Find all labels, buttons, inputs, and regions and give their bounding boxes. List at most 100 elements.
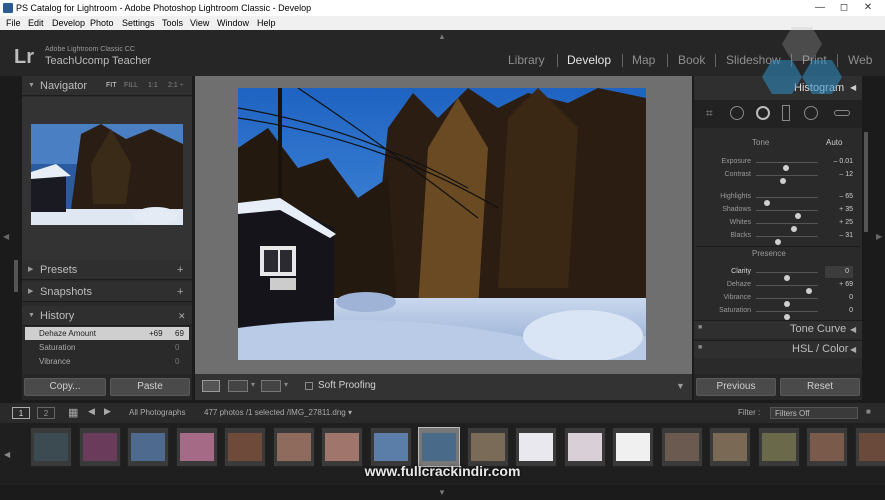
filmstrip-thumbnail[interactable] bbox=[757, 427, 800, 467]
module-book[interactable]: Book bbox=[678, 53, 705, 67]
slider-value[interactable]: 0 bbox=[849, 305, 853, 317]
presets-header[interactable]: ▶ Presets + bbox=[22, 260, 192, 280]
slider-track[interactable] bbox=[756, 223, 818, 232]
minimize-button[interactable]: — bbox=[808, 0, 832, 16]
menu-help[interactable]: Help bbox=[257, 16, 276, 30]
filmstrip-thumbnail[interactable] bbox=[418, 427, 460, 467]
add-preset-button[interactable]: + bbox=[177, 260, 183, 280]
zoom-fill[interactable]: FILL bbox=[124, 76, 138, 96]
zoom-fit[interactable]: FIT bbox=[106, 76, 117, 96]
slider-track[interactable] bbox=[756, 197, 818, 206]
filmstrip-thumbnail[interactable] bbox=[660, 427, 703, 467]
module-library[interactable]: Library bbox=[508, 53, 545, 67]
filmstrip-thumbnail[interactable] bbox=[321, 427, 363, 467]
slider-track[interactable] bbox=[756, 175, 818, 184]
menu-develop[interactable]: Develop bbox=[52, 16, 85, 30]
clear-history-button[interactable]: ✕ bbox=[178, 306, 186, 326]
menu-settings[interactable]: Settings bbox=[122, 16, 155, 30]
slider-thumb[interactable] bbox=[784, 314, 790, 320]
copy-button[interactable]: Copy... bbox=[24, 378, 106, 396]
menu-window[interactable]: Window bbox=[217, 16, 249, 30]
slider-contrast[interactable]: Contrast – 12 bbox=[700, 169, 855, 184]
menu-edit[interactable]: Edit bbox=[28, 16, 44, 30]
slider-value[interactable]: – 65 bbox=[839, 191, 853, 203]
module-map[interactable]: Map bbox=[632, 53, 655, 67]
expand-panel-icon[interactable]: ◀ bbox=[850, 325, 856, 334]
slider-exposure[interactable]: Exposure – 0.01 bbox=[700, 156, 855, 171]
filmstrip-thumbnail[interactable] bbox=[127, 427, 169, 467]
add-snapshot-button[interactable]: + bbox=[177, 282, 183, 302]
before-after-view-icon[interactable] bbox=[228, 380, 248, 392]
filmstrip-left-icon[interactable]: ◀ bbox=[4, 450, 10, 459]
filmstrip-thumbnail[interactable] bbox=[709, 427, 751, 467]
slider-value[interactable]: – 31 bbox=[839, 230, 853, 242]
right-panel-toggle-icon[interactable]: ▶ bbox=[876, 232, 882, 241]
hsl-header[interactable]: ■ HSL / Color ◀ bbox=[694, 340, 862, 358]
toolbar-options-icon[interactable]: ▼ bbox=[676, 381, 685, 391]
main-photo[interactable] bbox=[238, 88, 646, 360]
slider-shadows[interactable]: Shadows + 35 bbox=[700, 204, 855, 219]
slider-value[interactable]: – 12 bbox=[839, 169, 853, 181]
slider-track[interactable] bbox=[756, 162, 818, 171]
filmstrip-thumbnail[interactable] bbox=[612, 427, 654, 467]
history-item[interactable]: Dehaze Amount +69 69 bbox=[25, 327, 189, 340]
swap-before-after-icon[interactable] bbox=[261, 380, 281, 392]
slider-value[interactable]: + 35 bbox=[839, 204, 853, 216]
zoom-1-1[interactable]: 1:1 bbox=[148, 76, 158, 96]
history-header[interactable]: ▼ History ✕ bbox=[22, 306, 192, 326]
slider-highlights[interactable]: Highlights – 65 bbox=[700, 191, 855, 206]
tone-curve-header[interactable]: ■ Tone Curve ◀ bbox=[694, 320, 862, 338]
soft-proofing-checkbox[interactable] bbox=[305, 382, 313, 390]
slider-value[interactable]: 0 bbox=[825, 266, 853, 278]
filter-dropdown[interactable]: Filters Off bbox=[770, 407, 858, 419]
panel-switch-icon[interactable]: ■ bbox=[698, 324, 702, 331]
previous-button[interactable]: Previous bbox=[696, 378, 776, 396]
maximize-button[interactable]: ◻ bbox=[832, 0, 856, 16]
grid-view-icon[interactable]: ▦ bbox=[68, 406, 78, 419]
navigator-header[interactable]: ▼ Navigator FIT FILL 1:1 2:1 ÷ bbox=[22, 76, 192, 96]
reset-button[interactable]: Reset bbox=[780, 378, 860, 396]
filmstrip-thumbnail[interactable] bbox=[854, 427, 885, 467]
filmstrip-thumbnail[interactable] bbox=[224, 427, 266, 467]
filmstrip-source[interactable]: All Photographs bbox=[129, 408, 185, 417]
module-develop[interactable]: Develop bbox=[567, 53, 611, 67]
paste-button[interactable]: Paste bbox=[110, 378, 190, 396]
filmstrip-thumbnail[interactable] bbox=[272, 427, 315, 467]
slider-saturation[interactable]: Saturation 0 bbox=[700, 305, 855, 320]
slider-track[interactable] bbox=[756, 272, 818, 281]
slider-value[interactable]: + 25 bbox=[839, 217, 853, 229]
left-scrollbar[interactable] bbox=[14, 260, 18, 292]
zoom-2-1[interactable]: 2:1 ÷ bbox=[168, 76, 184, 96]
filmstrip-thumbnail[interactable] bbox=[806, 427, 848, 467]
filmstrip-thumbnail[interactable] bbox=[78, 427, 121, 467]
left-panel-toggle-icon[interactable]: ◀ bbox=[3, 232, 9, 241]
filter-lock-icon[interactable]: ■ bbox=[866, 407, 871, 416]
history-item[interactable]: Saturation 0 bbox=[25, 341, 189, 354]
slider-blacks[interactable]: Blacks – 31 bbox=[700, 230, 855, 245]
filmstrip-thumbnail[interactable] bbox=[466, 427, 509, 467]
panel-switch-icon[interactable]: ■ bbox=[698, 344, 702, 351]
secondary-window-button[interactable]: 2 bbox=[37, 407, 55, 419]
close-button[interactable]: ✕ bbox=[856, 0, 880, 16]
history-item[interactable]: Vibrance 0 bbox=[25, 355, 189, 368]
filmstrip-thumbnail[interactable] bbox=[515, 427, 557, 467]
slider-track[interactable] bbox=[756, 236, 818, 245]
expand-panel-icon[interactable]: ◀ bbox=[850, 345, 856, 354]
filmstrip-thumbnail[interactable] bbox=[369, 427, 412, 467]
slider-whites[interactable]: Whites + 25 bbox=[700, 217, 855, 232]
copy-settings-dropdown-icon[interactable]: ▾ bbox=[284, 380, 288, 389]
forward-arrow-icon[interactable]: ▶ bbox=[104, 406, 111, 417]
filmstrip-thumbnail[interactable] bbox=[175, 427, 218, 467]
collapse-top-arrow-icon[interactable]: ▲ bbox=[438, 32, 446, 41]
menu-photo[interactable]: Photo bbox=[90, 16, 114, 30]
collapse-bottom-arrow-icon[interactable]: ▼ bbox=[438, 488, 446, 497]
navigator-thumbnail[interactable] bbox=[31, 124, 183, 225]
back-arrow-icon[interactable]: ◀ bbox=[88, 406, 95, 417]
filmstrip-thumbnail[interactable] bbox=[563, 427, 606, 467]
slider-track[interactable] bbox=[756, 311, 818, 320]
slider-value[interactable]: 0 bbox=[849, 292, 853, 304]
primary-window-button[interactable]: 1 bbox=[12, 407, 30, 419]
menu-file[interactable]: File bbox=[6, 16, 21, 30]
slider-track[interactable] bbox=[756, 210, 818, 219]
slider-track[interactable] bbox=[756, 298, 818, 307]
